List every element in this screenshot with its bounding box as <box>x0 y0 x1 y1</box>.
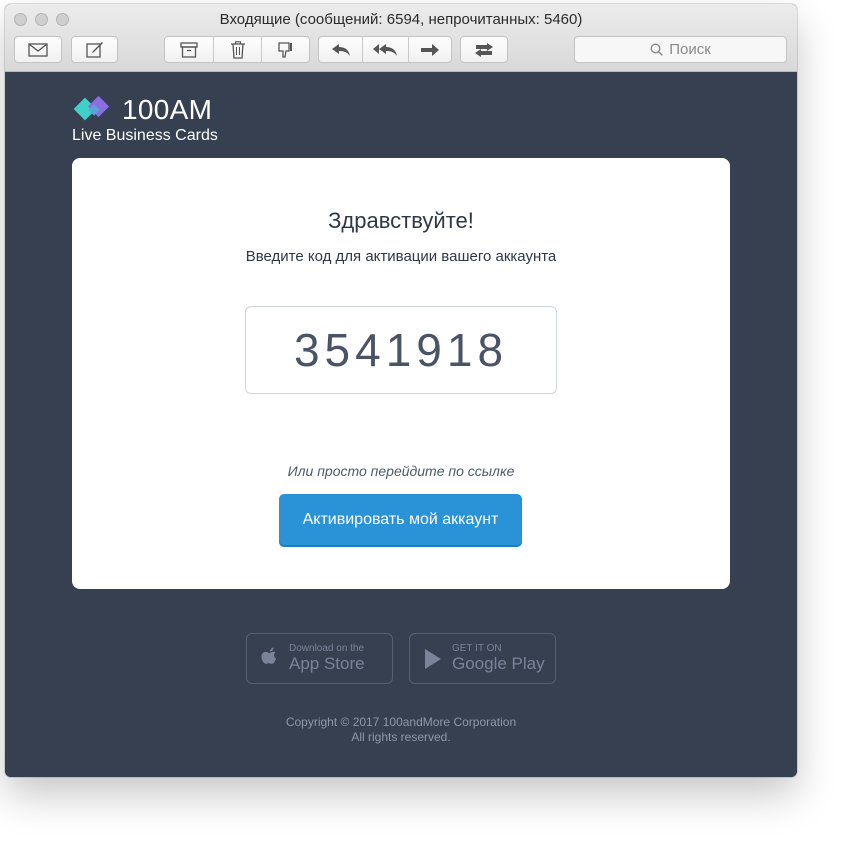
delete-button[interactable] <box>213 37 261 62</box>
search-placeholder: Поиск <box>669 41 711 58</box>
message-actions-group <box>164 36 310 63</box>
window-titlebar: Входящие (сообщений: 6594, непрочитанных… <box>5 4 797 72</box>
app-store-big-label: App Store <box>289 654 365 673</box>
copyright-text: Copyright © 2017 100andMore Corporation <box>285 715 517 729</box>
reply-all-icon <box>373 43 398 56</box>
activation-code: 3541918 <box>245 306 557 394</box>
search-field[interactable]: Поиск <box>574 36 787 63</box>
junk-icon <box>277 41 292 58</box>
reply-button[interactable] <box>319 37 362 62</box>
archive-button[interactable] <box>165 37 213 62</box>
activate-account-button[interactable]: Активировать мой аккаунт <box>279 494 522 545</box>
move-icon <box>475 42 493 57</box>
apple-icon <box>261 647 276 664</box>
brand-tagline: Live Business Cards <box>72 127 218 144</box>
app-store-small-label: Download on the <box>289 643 365 654</box>
alternative-text: Или просто перейдите по ссылке <box>287 463 515 479</box>
google-play-badge[interactable]: GET IT ON Google Play <box>409 633 556 684</box>
greeting-heading: Здравствуйте! <box>328 208 474 233</box>
reply-all-button[interactable] <box>362 37 407 62</box>
forward-icon <box>420 43 439 56</box>
get-mail-button[interactable] <box>14 36 62 63</box>
compose-envelope-icon <box>28 42 48 57</box>
mail-window: Входящие (сообщений: 6594, непрочитанных… <box>5 4 797 777</box>
footer: Copyright © 2017 100andMore Corporation … <box>5 715 797 745</box>
junk-button[interactable] <box>261 37 309 62</box>
forward-button[interactable] <box>407 37 451 62</box>
brand-hearts-icon <box>73 96 110 121</box>
reply-actions-group <box>318 36 452 63</box>
new-message-button[interactable] <box>71 36 118 63</box>
search-icon <box>650 43 664 56</box>
rights-text: All rights reserved. <box>351 730 451 744</box>
window-title: Входящие (сообщений: 6594, непрочитанных… <box>219 11 583 28</box>
move-button[interactable] <box>460 36 508 63</box>
archive-icon <box>180 41 198 58</box>
app-store-badge[interactable]: Download on the App Store <box>246 633 393 684</box>
email-body: 100AM Live Business Cards Здравствуйте! … <box>5 72 797 777</box>
brand-name: 100AM <box>122 94 213 125</box>
google-play-icon <box>425 648 441 669</box>
google-play-text: GET IT ON Google Play <box>452 643 545 674</box>
new-message-icon <box>85 42 103 58</box>
activation-card: Здравствуйте! Введите код для активации … <box>72 158 730 589</box>
trash-icon <box>230 40 245 59</box>
app-store-text: Download on the App Store <box>289 643 365 674</box>
google-play-small-label: GET IT ON <box>452 643 502 654</box>
google-play-big-label: Google Play <box>452 654 545 673</box>
instruction-text: Введите код для активации вашего аккаунт… <box>245 248 557 265</box>
reply-icon <box>331 43 350 56</box>
brand-logo: 100AM <box>72 94 212 126</box>
